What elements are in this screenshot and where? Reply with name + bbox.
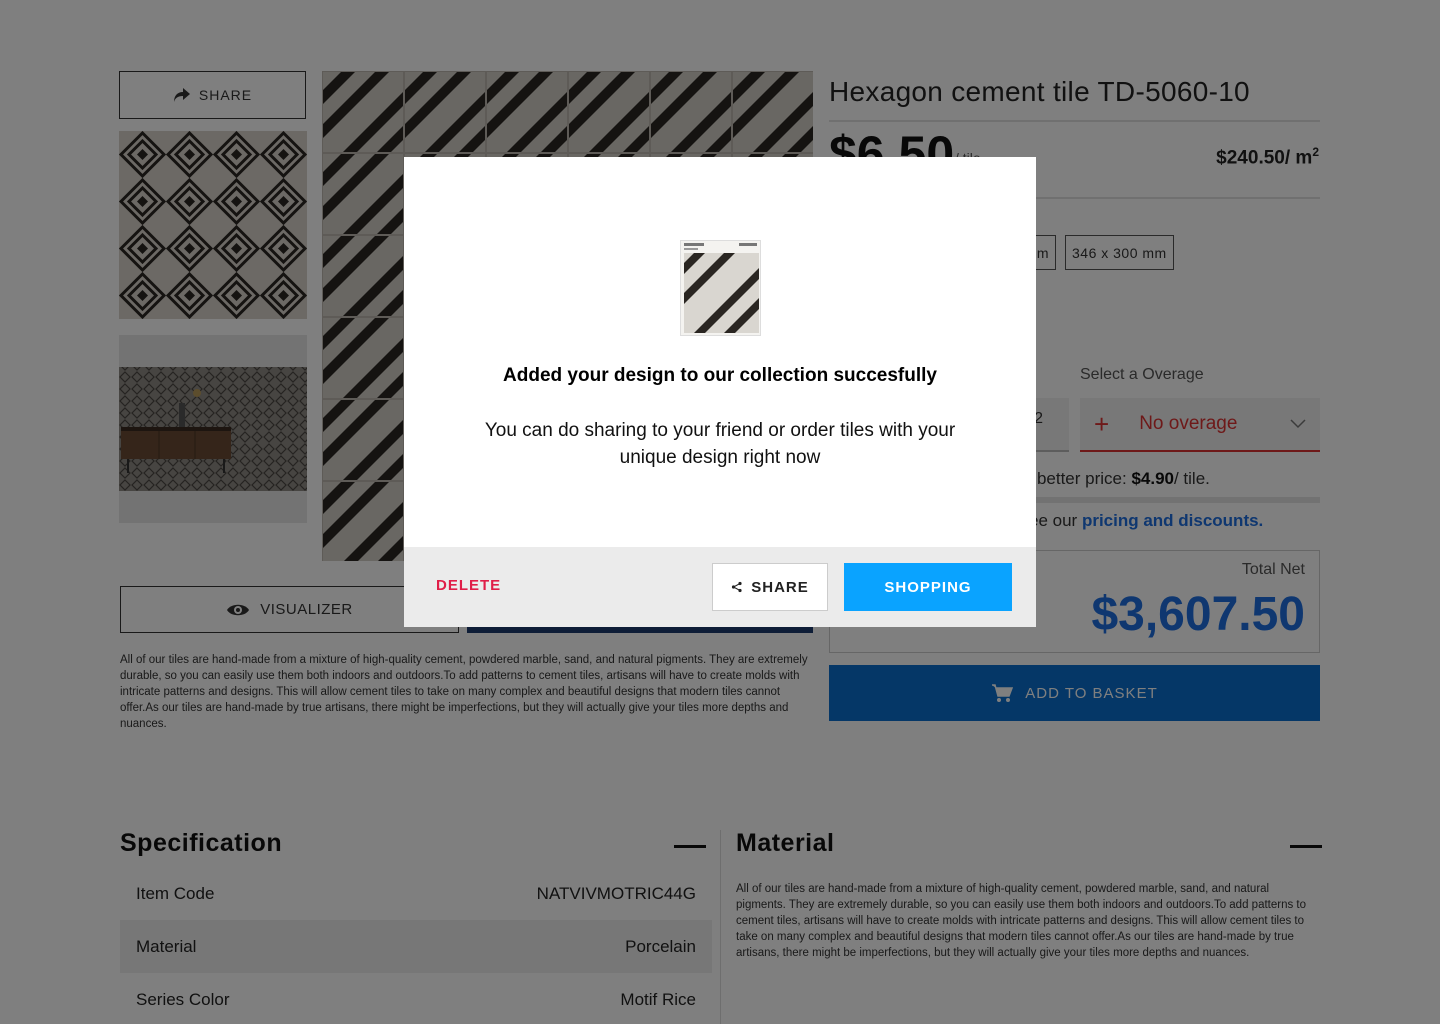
modal-share-button[interactable]: SHARE	[712, 563, 828, 611]
modal-text: You can do sharing to your friend or ord…	[484, 420, 956, 468]
modal-footer: DELETE SHARE SHOPPING	[404, 547, 1036, 627]
delete-button[interactable]: DELETE	[436, 577, 501, 594]
success-modal: Added your design to our collection succ…	[404, 157, 1036, 627]
modal-share-label: SHARE	[751, 578, 809, 596]
share-nodes-icon	[732, 581, 742, 593]
shopping-button[interactable]: SHOPPING	[844, 563, 1012, 611]
modal-title: Added your design to our collection succ…	[503, 365, 937, 386]
product-page: SHARE	[0, 0, 1440, 1024]
design-preview-image	[680, 240, 761, 336]
